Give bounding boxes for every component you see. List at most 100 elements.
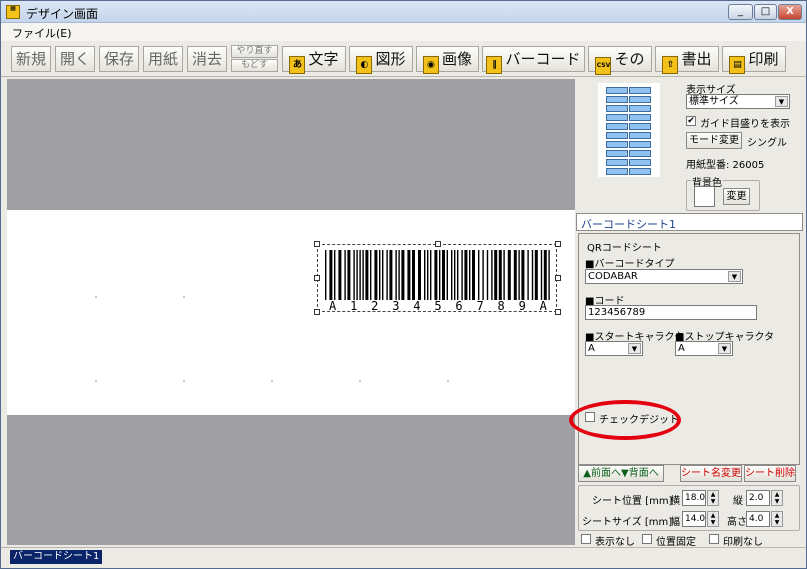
barcode-bar [407, 250, 411, 300]
erase-button[interactable]: 消去 [187, 46, 227, 72]
resize-handle-left[interactable] [314, 275, 320, 281]
preview-cell[interactable] [606, 159, 628, 166]
barcode-char: A [539, 299, 547, 313]
x-spinner[interactable]: ▲ ▼ [707, 490, 719, 506]
barcode-bar [359, 250, 361, 300]
code-input[interactable]: 123456789 [585, 305, 757, 320]
preview-cell[interactable] [629, 105, 651, 112]
barcode-char: A [329, 299, 337, 313]
start-char-select[interactable]: A ▼ [585, 341, 643, 356]
maximize-button[interactable]: □ [754, 4, 777, 20]
display-size-select[interactable]: 標準サイズ ▼ [686, 94, 790, 109]
preview-cell[interactable] [629, 159, 651, 166]
printer-icon: ▤ [729, 56, 746, 74]
height-input[interactable]: 4.0 ▲ ▼ [746, 511, 783, 527]
new-button[interactable]: 新規 [11, 46, 51, 72]
status-bar: バーコードシート1 [1, 547, 806, 568]
preview-cell[interactable] [606, 150, 628, 157]
barcode-bar [374, 250, 378, 300]
preview-cell[interactable] [629, 87, 651, 94]
x-input[interactable]: 18.0 ▲ ▼ [682, 490, 719, 506]
lock-position-checkbox[interactable] [642, 534, 652, 544]
redo-button[interactable]: やり直す [231, 45, 278, 58]
barcode-char: 6 [455, 299, 463, 313]
minimize-button[interactable]: _ [728, 4, 753, 20]
height-spinner[interactable]: ▲ ▼ [771, 511, 783, 527]
stop-char-value: A [678, 343, 685, 354]
export-button[interactable]: ⇧ 書出 [655, 46, 719, 74]
paper-number: 用紙型番: 26005 [686, 160, 765, 171]
preview-cell[interactable] [629, 141, 651, 148]
height-value: 4.0 [749, 514, 764, 524]
guide-dot [271, 380, 273, 382]
preview-cell[interactable] [606, 87, 628, 94]
barcode-type-select[interactable]: CODABAR ▼ [585, 269, 743, 284]
image-button[interactable]: ◉ 画像 [416, 46, 479, 74]
preview-cell[interactable] [629, 114, 651, 121]
open-button[interactable]: 開く [55, 46, 95, 72]
paper-button[interactable]: 用紙 [143, 46, 183, 72]
barcode-bar [457, 250, 459, 300]
hide-checkbox[interactable] [581, 534, 591, 544]
barcode-bar [379, 250, 381, 300]
bring-front-button[interactable]: ▲前面へ [583, 468, 621, 479]
preview-cell[interactable] [629, 150, 651, 157]
delete-sheet-button[interactable]: シート削除 [744, 465, 796, 482]
print-button[interactable]: ▤ 印刷 [722, 46, 786, 74]
preview-cell[interactable] [606, 123, 628, 130]
width-spinner[interactable]: ▲ ▼ [707, 511, 719, 527]
export-icon: ⇧ [662, 56, 679, 74]
preview-cell[interactable] [629, 132, 651, 139]
barcode-bar [461, 250, 463, 300]
save-button[interactable]: 保存 [99, 46, 139, 72]
sheet-layout-preview[interactable] [598, 83, 660, 177]
preview-cell[interactable] [629, 123, 651, 130]
barcode-bar [325, 250, 327, 300]
sheet-tab[interactable]: バーコードシート1 [576, 213, 803, 231]
barcode-button[interactable]: ‖ バーコード [482, 46, 585, 74]
preview-cell[interactable] [629, 168, 651, 175]
toolbar: 新規 開く 保存 用紙 消去 やり直す もどす あ文字 ◐ 図形 ◉ 画像 ‖ バーコ… [1, 41, 806, 96]
stop-char-select[interactable]: A ▼ [675, 341, 733, 356]
preview-cell[interactable] [606, 132, 628, 139]
y-spinner[interactable]: ▲ ▼ [771, 490, 783, 506]
resize-handle-right[interactable] [555, 275, 561, 281]
rename-sheet-button[interactable]: シート名変更 [680, 465, 742, 482]
preview-cell[interactable] [606, 105, 628, 112]
width-input[interactable]: 14.0 ▲ ▼ [682, 511, 719, 527]
undo-button[interactable]: もどす [231, 59, 278, 72]
guide-dot [183, 380, 185, 382]
close-button[interactable]: X [778, 4, 802, 20]
shape-button[interactable]: ◐ 図形 [349, 46, 413, 74]
guide-checkbox[interactable]: ✔ [686, 116, 696, 126]
status-sheet-tab[interactable]: バーコードシート1 [10, 550, 103, 564]
design-canvas[interactable]: A123456789A [7, 79, 575, 545]
text-button[interactable]: あ文字 [282, 46, 346, 74]
barcode-object[interactable]: A123456789A [314, 241, 561, 315]
barcode-bar [370, 250, 372, 300]
barcode-type-label: ■バーコードタイプ [585, 259, 675, 270]
preview-cell[interactable] [606, 96, 628, 103]
preview-cell[interactable] [606, 114, 628, 121]
label-paper[interactable]: A123456789A [7, 210, 575, 415]
barcode-bar [451, 250, 453, 300]
no-print-checkbox[interactable] [709, 534, 719, 544]
send-back-button[interactable]: ▼背面へ [621, 468, 659, 479]
preview-cell[interactable] [606, 168, 628, 175]
preview-cell[interactable] [606, 141, 628, 148]
mode-value: シングル [747, 138, 787, 149]
mode-change-button[interactable]: モード変更 [686, 132, 742, 149]
resize-handle-bottom-right[interactable] [555, 309, 561, 315]
guide-dot [95, 296, 97, 298]
y-input[interactable]: 2.0 ▲ ▼ [746, 490, 783, 506]
background-change-button[interactable]: 変更 [723, 188, 750, 205]
resize-handle-top-right[interactable] [555, 241, 561, 247]
resize-handle-top[interactable] [435, 241, 441, 247]
resize-handle-bottom-left[interactable] [314, 309, 320, 315]
resize-handle-top-left[interactable] [314, 241, 320, 247]
barcode-bar [442, 250, 445, 300]
barcode-bar [534, 250, 538, 300]
menu-file[interactable]: ファイル(E) [12, 25, 72, 41]
other-button[interactable]: CSVその他 [588, 46, 652, 96]
preview-cell[interactable] [629, 96, 651, 103]
